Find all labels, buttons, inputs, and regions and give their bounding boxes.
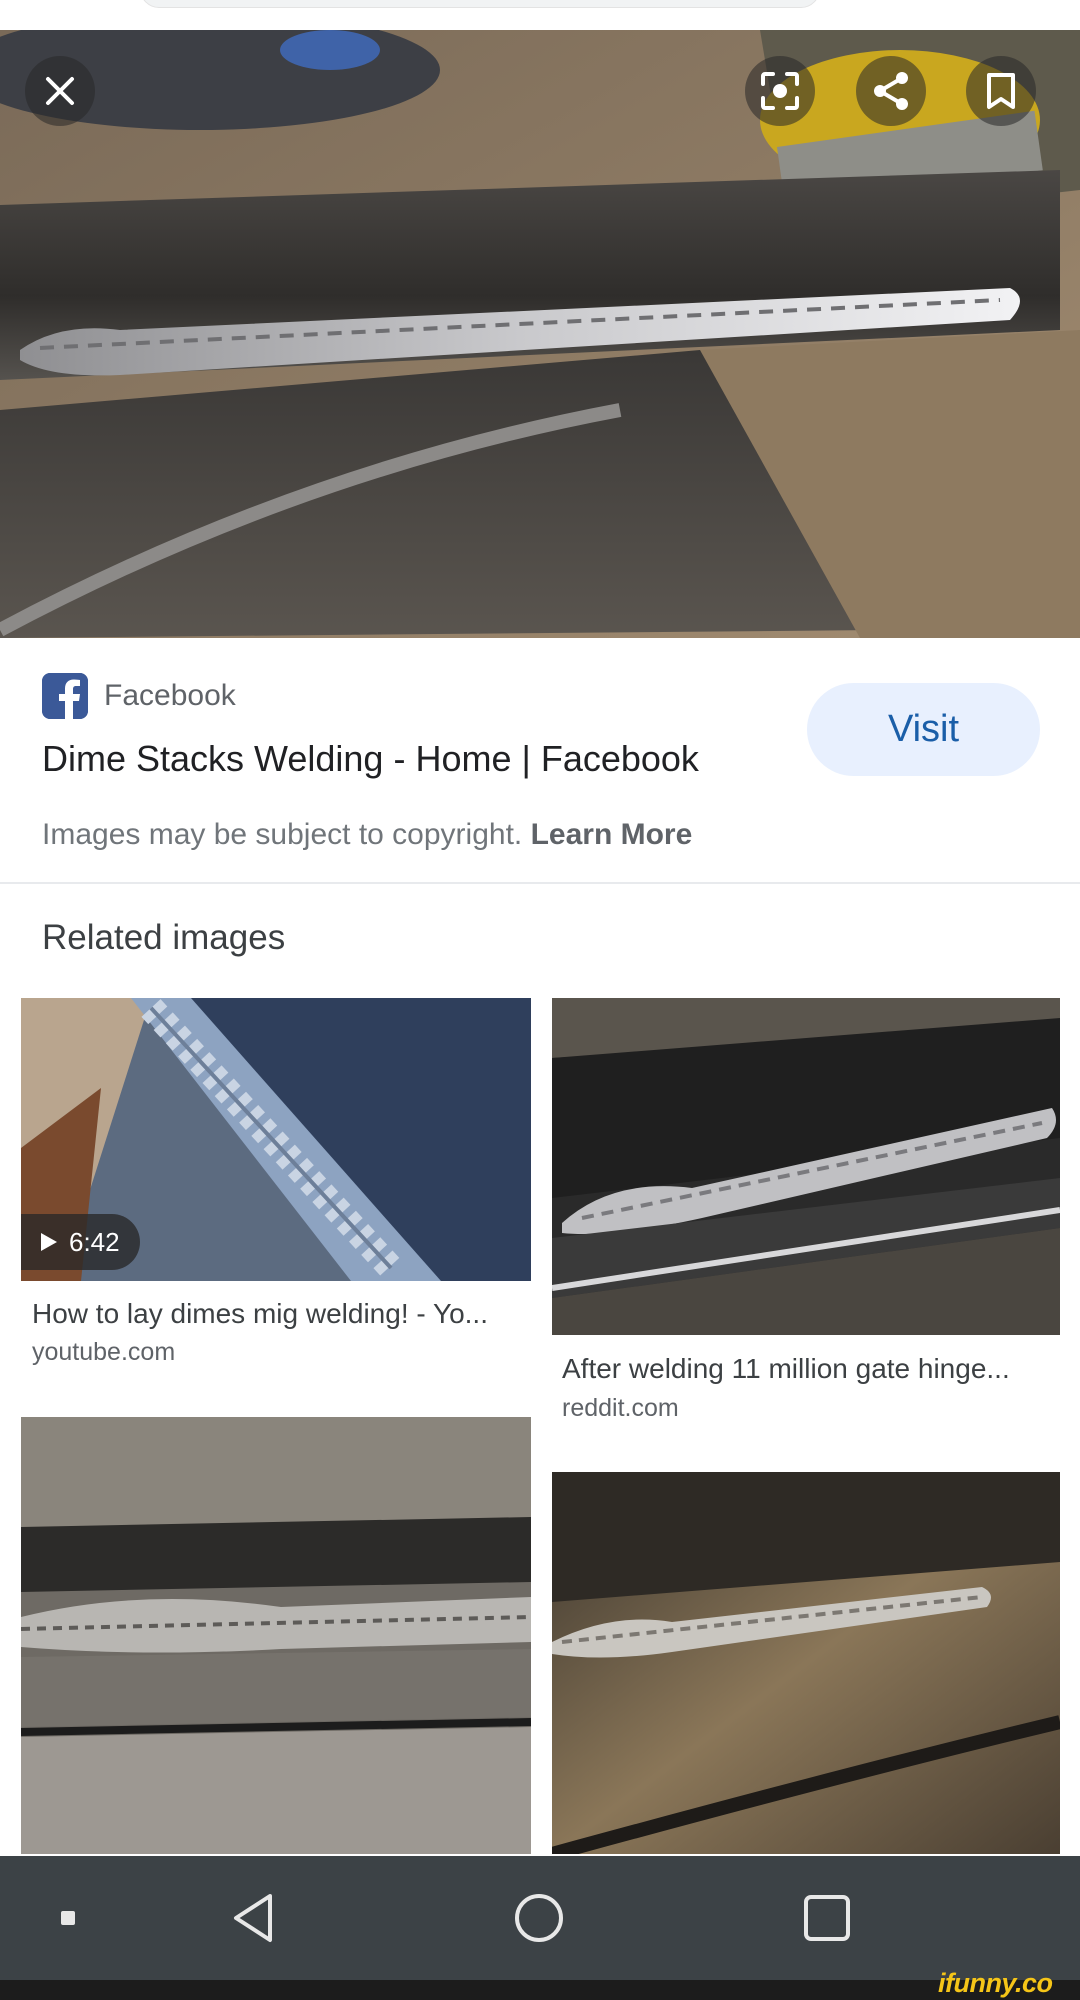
google-lens-icon — [759, 70, 801, 112]
related-image-graphic — [552, 1472, 1060, 1854]
learn-more-link[interactable]: Learn More — [531, 818, 693, 851]
copyright-text: Images may be subject to copyright. — [42, 818, 523, 851]
system-navigation-bar — [0, 1856, 1080, 1980]
related-image-domain: reddit.com — [562, 1394, 679, 1422]
play-icon — [39, 1231, 59, 1253]
video-duration: 6:42 — [69, 1226, 120, 1257]
share-button[interactable] — [856, 56, 926, 126]
share-icon — [870, 70, 912, 112]
source-name: Facebook — [104, 679, 236, 712]
bookmark-icon — [983, 71, 1019, 111]
source-row[interactable]: Facebook — [42, 672, 236, 720]
related-image-graphic — [552, 998, 1060, 1335]
close-button[interactable] — [25, 56, 95, 126]
hero-image-graphic — [0, 30, 1080, 638]
dot-icon[interactable] — [50, 1894, 86, 1942]
related-image-graphic — [21, 1417, 531, 1854]
save-button[interactable] — [966, 56, 1036, 126]
related-image-title[interactable]: How to lay dimes mig welding! - Yo... — [32, 1298, 522, 1330]
bottom-strip — [0, 1980, 1080, 2000]
image-viewer-page: Facebook Dime Stacks Welding - Home | Fa… — [0, 0, 1080, 2000]
visit-button[interactable]: Visit — [807, 683, 1040, 776]
copyright-notice: Images may be subject to copyright. Lear… — [42, 818, 692, 852]
related-image-thumbnail[interactable]: 6:42 — [21, 998, 531, 1281]
top-strip — [0, 0, 1080, 30]
back-icon[interactable] — [220, 1884, 288, 1952]
related-image-thumbnail[interactable] — [21, 1417, 531, 1854]
related-image-domain: youtube.com — [32, 1338, 176, 1366]
home-icon[interactable] — [505, 1884, 573, 1952]
related-image-thumbnail[interactable] — [552, 1472, 1060, 1854]
recent-apps-icon[interactable] — [793, 1884, 861, 1952]
related-image-thumbnail[interactable] — [552, 998, 1060, 1335]
lens-button[interactable] — [745, 56, 815, 126]
search-bar[interactable] — [140, 0, 820, 8]
related-images-heading: Related images — [42, 918, 286, 957]
ifunny-watermark: ifunny.co — [938, 1968, 1053, 1998]
source-page-title[interactable]: Dime Stacks Welding - Home | Facebook — [42, 738, 699, 780]
hero-image[interactable] — [0, 30, 1080, 638]
divider — [0, 882, 1080, 884]
close-icon — [42, 73, 78, 109]
facebook-logo-icon — [42, 673, 88, 719]
video-duration-badge: 6:42 — [21, 1214, 140, 1270]
related-image-title[interactable]: After welding 11 million gate hinge... — [562, 1353, 1052, 1385]
